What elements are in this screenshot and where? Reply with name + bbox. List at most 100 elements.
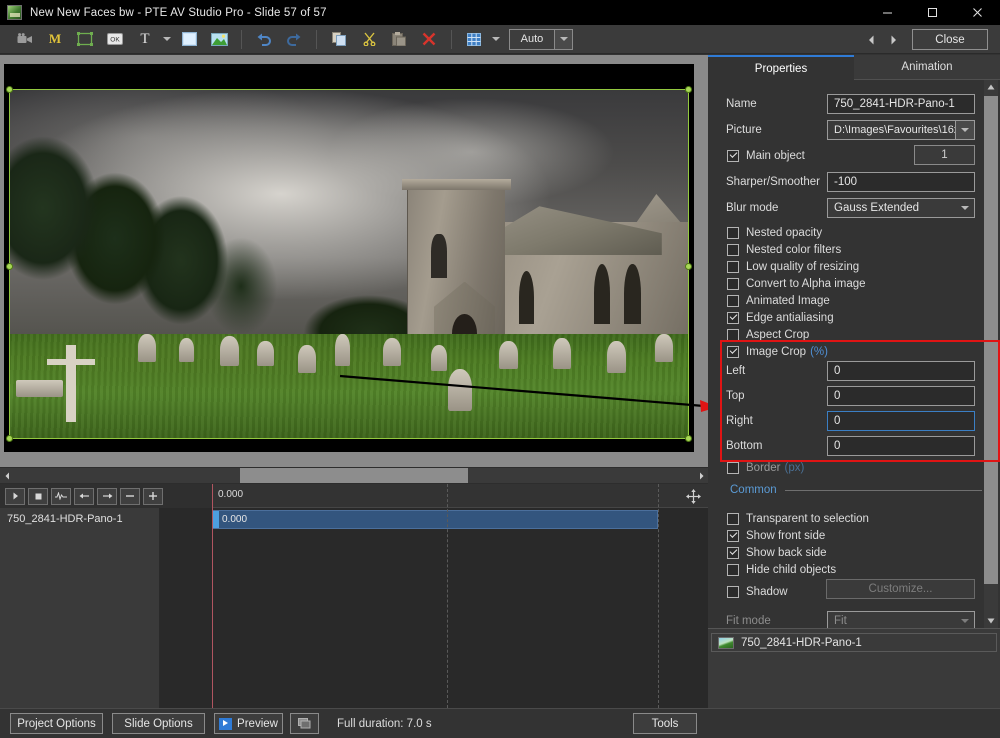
blur-chevron-down-icon[interactable] [955, 199, 974, 217]
timeline-ruler[interactable]: 0.000 [212, 484, 708, 508]
project-options-button[interactable]: Project Options [10, 713, 103, 734]
text-options-chevron-down-icon[interactable] [160, 26, 174, 52]
scrollbar-thumb[interactable] [240, 468, 468, 483]
hide-child-objects-box[interactable] [727, 563, 739, 576]
checkbox-convert-alpha[interactable]: Convert to Alpha image [727, 275, 866, 292]
zoom-level-combo[interactable]: Auto [509, 28, 573, 50]
border-box[interactable] [727, 461, 739, 474]
checkbox-show-back-side[interactable]: Show back side [727, 544, 827, 561]
convert-alpha-box[interactable] [727, 277, 739, 290]
delete-icon[interactable] [414, 26, 444, 52]
tools-button[interactable]: Tools [633, 713, 697, 734]
timeline-tracks[interactable]: 0.000 [160, 484, 708, 708]
scroll-down-icon[interactable] [984, 614, 998, 628]
main-object-checkbox-box[interactable] [727, 149, 739, 162]
video-clip-icon[interactable] [10, 26, 40, 52]
list-item[interactable]: 750_2841-HDR-Pano-1 [711, 633, 997, 652]
show-front-side-box[interactable] [727, 529, 739, 542]
checkbox-show-front-side[interactable]: Show front side [727, 527, 825, 544]
checkbox-animated-image[interactable]: Animated Image [727, 292, 830, 309]
main-object-index[interactable]: 1 [914, 145, 975, 165]
preview-canvas[interactable] [4, 64, 694, 452]
timeline-playhead[interactable] [212, 484, 213, 708]
image-crop-box[interactable] [727, 345, 739, 358]
timeline-track-name[interactable]: 750_2841-HDR-Pano-1 [0, 508, 159, 530]
move-pan-icon[interactable] [682, 486, 704, 506]
tab-properties[interactable]: Properties [708, 55, 854, 80]
preview-button[interactable]: Preview [214, 713, 283, 734]
preview-horizontal-scrollbar[interactable] [0, 467, 708, 484]
image-object-icon[interactable] [204, 26, 234, 52]
customize-shadow-button[interactable]: Customize... [826, 579, 975, 599]
scroll-left-icon[interactable] [0, 468, 14, 483]
nested-color-filters-box[interactable] [727, 243, 739, 256]
slide-options-button[interactable]: Slide Options [112, 713, 205, 734]
waveform-button[interactable] [51, 487, 71, 505]
paste-icon[interactable] [384, 26, 414, 52]
slide-preview-area[interactable] [0, 55, 708, 467]
checkbox-nested-color-filters[interactable]: Nested color filters [727, 241, 841, 258]
zoom-in-button[interactable] [143, 487, 163, 505]
main-object-checkbox[interactable]: Main object [727, 147, 805, 164]
text-object-icon[interactable]: T [130, 26, 160, 52]
checkbox-low-quality-resizing[interactable]: Low quality of resizing [727, 258, 859, 275]
crop-bottom-input[interactable]: 0 [827, 436, 975, 456]
animated-image-box[interactable] [727, 294, 739, 307]
play-button[interactable] [5, 487, 25, 505]
scroll-up-icon[interactable] [984, 80, 998, 94]
checkbox-shadow[interactable]: Shadow [727, 583, 788, 600]
transparent-selection-box[interactable] [727, 512, 739, 525]
fullscreen-preview-button[interactable] [290, 713, 319, 734]
grid-options-chevron-down-icon[interactable] [489, 26, 503, 52]
timeline-clip[interactable]: 0.000 [212, 510, 658, 529]
picture-path-combo[interactable]: D:\Images\Favourites\16x9\75( [827, 120, 975, 140]
grid-icon[interactable] [459, 26, 489, 52]
object-list[interactable]: 750_2841-HDR-Pano-1 [708, 628, 1000, 708]
common-section-label: Common [730, 484, 777, 496]
crop-right-input[interactable]: 0 [827, 411, 975, 431]
picture-chevron-down-icon[interactable] [955, 121, 974, 139]
undo-icon[interactable] [249, 26, 279, 52]
show-back-side-box[interactable] [727, 546, 739, 559]
maximize-icon[interactable] [910, 0, 955, 25]
zoom-out-button[interactable] [120, 487, 140, 505]
clip-left-handle[interactable] [213, 511, 219, 528]
button-object-icon[interactable]: OK [100, 26, 130, 52]
checkbox-nested-opacity[interactable]: Nested opacity [727, 224, 822, 241]
blur-mode-combo[interactable]: Gauss Extended [827, 198, 975, 218]
tab-animation[interactable]: Animation [854, 55, 1000, 80]
close-icon[interactable] [955, 0, 1000, 25]
checkbox-image-crop[interactable]: Image Crop (%) [727, 343, 828, 360]
timeline-panel[interactable]: 0.000 750_2841-HDR-Pano-1 0.000 [0, 484, 708, 708]
nested-opacity-box[interactable] [727, 226, 739, 239]
checkbox-edge-antialiasing[interactable]: Edge antialiasing [727, 309, 834, 326]
crop-top-input[interactable]: 0 [827, 386, 975, 406]
low-quality-resizing-box[interactable] [727, 260, 739, 273]
minimize-icon[interactable] [865, 0, 910, 25]
close-button[interactable]: Close [912, 29, 988, 50]
stop-button[interactable] [28, 487, 48, 505]
mask-m-icon[interactable]: M [40, 26, 70, 52]
crop-left-input[interactable]: 0 [827, 361, 975, 381]
sharper-smoother-input[interactable]: -100 [827, 172, 975, 192]
rectangle-object-icon[interactable] [174, 26, 204, 52]
scroll-right-icon[interactable] [694, 468, 708, 483]
aspect-crop-box[interactable] [727, 328, 739, 341]
shadow-box[interactable] [727, 585, 739, 598]
frame-icon[interactable] [70, 26, 100, 52]
checkbox-transparent-selection[interactable]: Transparent to selection [727, 510, 869, 527]
prev-keyframe-button[interactable] [74, 487, 94, 505]
redo-icon[interactable] [279, 26, 309, 52]
next-slide-icon[interactable] [882, 28, 904, 52]
zoom-chevron-down-icon[interactable] [554, 29, 572, 49]
name-input[interactable]: 750_2841-HDR-Pano-1 [827, 94, 975, 114]
copy-icon[interactable] [324, 26, 354, 52]
checkbox-border[interactable]: Border (px) [727, 459, 804, 476]
slide-photo[interactable] [9, 89, 689, 439]
edge-antialiasing-box[interactable] [727, 311, 739, 324]
previous-slide-icon[interactable] [860, 28, 882, 52]
checkbox-hide-child-objects[interactable]: Hide child objects [727, 561, 836, 578]
cut-icon[interactable] [354, 26, 384, 52]
scrollbar-track[interactable] [14, 468, 694, 483]
next-keyframe-button[interactable] [97, 487, 117, 505]
